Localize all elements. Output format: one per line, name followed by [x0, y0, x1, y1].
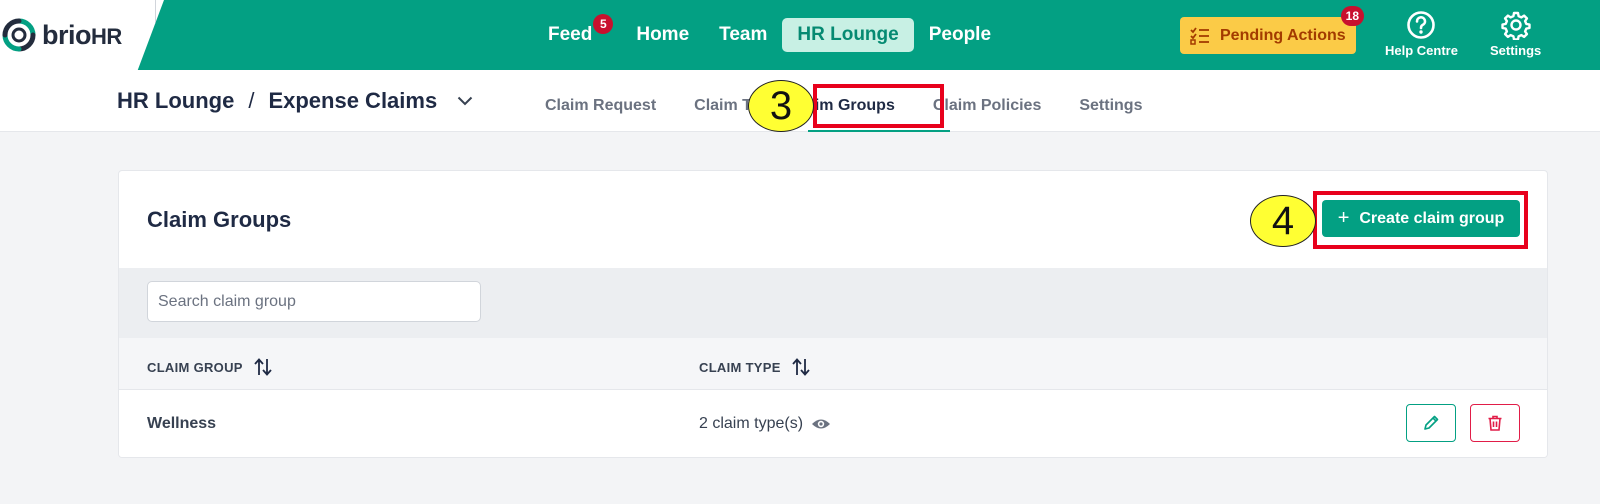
nav-item-label: Team — [719, 24, 768, 45]
filter-bar — [119, 268, 1547, 338]
edit-button[interactable] — [1406, 404, 1456, 442]
pencil-icon — [1424, 415, 1439, 430]
pending-actions-button[interactable]: Pending Actions 18 — [1180, 6, 1364, 54]
step-4-callout: 4 — [1250, 195, 1316, 247]
column-header-label: CLAIM TYPE — [699, 359, 781, 375]
nav-item-team[interactable]: Team — [704, 18, 782, 52]
breadcrumb-current: Expense Claims — [268, 88, 438, 113]
tab-claim-types[interactable]: Claim T — [694, 97, 752, 115]
nav-item-label: HR Lounge — [797, 24, 899, 45]
brand-name-suffix: HR — [91, 23, 122, 49]
table-header: CLAIM GROUP CLAIM TYPE — [119, 338, 1547, 390]
column-header-claim-group[interactable]: CLAIM GROUP — [147, 357, 273, 377]
question-circle-icon — [1407, 11, 1436, 39]
eye-icon[interactable] — [811, 417, 831, 431]
active-tab-indicator — [808, 130, 950, 132]
table-row: Wellness 2 claim type(s) — [119, 390, 1547, 457]
tab-claim-policies[interactable]: Claim Policies — [933, 97, 1042, 115]
column-header-label: CLAIM GROUP — [147, 359, 243, 375]
pending-actions-label: Pending Actions — [1220, 26, 1346, 44]
feed-notification-badge: 5 — [593, 14, 614, 34]
tab-settings[interactable]: Settings — [1079, 97, 1142, 115]
card-title: Claim Groups — [147, 207, 292, 232]
tab-claim-request[interactable]: Claim Request — [545, 97, 656, 115]
breadcrumb-separator: / — [248, 88, 255, 113]
checklist-icon — [1190, 26, 1209, 45]
column-header-claim-type[interactable]: CLAIM TYPE — [699, 357, 811, 377]
nav-item-label: People — [928, 24, 992, 45]
brand-wordmark: brioHR — [42, 20, 122, 51]
sort-icon — [254, 358, 272, 376]
delete-button[interactable] — [1470, 404, 1520, 442]
nav-item-hr-lounge[interactable]: HR Lounge — [782, 18, 914, 52]
help-centre-button[interactable]: Help Centre — [1385, 10, 1458, 58]
highlight-box-create-button — [1313, 191, 1528, 249]
breadcrumb: HR Lounge / Expense Claims — [117, 88, 473, 114]
nav-item-feed[interactable]: Feed 5 — [536, 14, 614, 52]
brio-swirl-logo-icon — [2, 18, 36, 52]
nav-item-people[interactable]: People — [914, 18, 1006, 52]
logo-area: brioHR — [0, 0, 164, 70]
brand-name-main: brio — [42, 19, 92, 50]
top-navigation-bar: brioHR Feed 5 Home Team HR Lounge People… — [0, 0, 1600, 70]
claim-type-count: 2 claim type(s) — [699, 415, 804, 432]
pending-actions-badge: 18 — [1340, 6, 1364, 26]
claim-type-cell: 2 claim type(s) — [699, 415, 831, 433]
settings-button[interactable]: Settings — [1490, 10, 1541, 58]
nav-item-home[interactable]: Home — [621, 18, 704, 52]
help-centre-label: Help Centre — [1385, 43, 1458, 58]
briohr-logo[interactable]: brioHR — [2, 15, 122, 55]
sort-icon — [792, 358, 810, 376]
main-nav: Feed 5 Home Team HR Lounge People — [536, 14, 1006, 52]
claim-group-cell: Wellness — [147, 415, 217, 432]
search-claim-group-input[interactable] — [147, 281, 481, 322]
settings-label: Settings — [1490, 43, 1542, 58]
logo-divider — [155, 0, 156, 70]
chevron-down-icon[interactable] — [457, 96, 473, 106]
highlight-box-claim-groups-tab — [813, 84, 944, 128]
step-3-callout: 3 — [748, 80, 814, 132]
trash-icon — [1488, 415, 1502, 431]
breadcrumb-parent[interactable]: HR Lounge — [117, 88, 234, 114]
nav-item-label: Home — [636, 24, 690, 45]
nav-item-label: Feed — [548, 24, 593, 45]
gear-icon — [1500, 11, 1531, 40]
